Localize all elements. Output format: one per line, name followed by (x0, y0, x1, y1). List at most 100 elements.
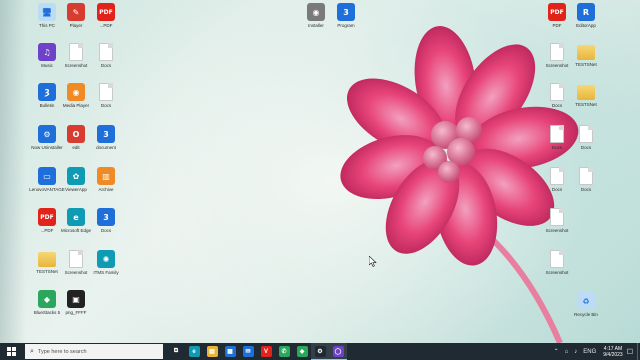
app-icon: Ȝ (38, 83, 56, 101)
settings-icon: ⚙ (314, 345, 326, 357)
office-icon: O (67, 125, 85, 143)
notification-icon[interactable]: ☐ (627, 348, 633, 356)
document-icon (99, 83, 113, 101)
document-icon (99, 43, 113, 61)
start-button[interactable] (0, 343, 22, 360)
desktop-icon-label: EditorApp (576, 23, 596, 28)
system-tray: ⌃ ⌂ ♪ ENG 4:17 AM 9/4/2023 ☐ (551, 343, 640, 360)
bluestacks-icon: ◆ (38, 290, 56, 308)
desktop-icon-label: png_FFFF (65, 310, 87, 315)
desktop-icon-label: Docs (100, 63, 112, 68)
search-icon: ⌕ (30, 347, 34, 355)
desktop-icon-label: Docs (580, 187, 592, 192)
taskbar-app-file-explorer[interactable]: ▤ (203, 343, 221, 360)
folder-icon (38, 252, 56, 267)
taskbar-app-mail[interactable]: ✉ (239, 343, 257, 360)
edge-icon: e (67, 208, 85, 226)
desktop-icon[interactable]: Docs (86, 43, 126, 79)
taskbar-app-edge[interactable]: e (185, 343, 203, 360)
app-icon: 3 (97, 125, 115, 143)
image-icon: ▣ (67, 290, 85, 308)
document-icon (550, 83, 564, 101)
desktop-icon[interactable]: Screenshot (537, 208, 577, 244)
app-icon: R (577, 3, 595, 21)
installer-icon: ◉ (307, 3, 325, 21)
document-icon (579, 125, 593, 143)
this-pc-icon: 🖥 (38, 3, 56, 21)
desktop-icon[interactable]: 3 Program (326, 3, 366, 39)
desktop-icon[interactable]: ▥ Archive (86, 167, 126, 203)
document-icon (550, 250, 564, 268)
folder-icon (577, 45, 595, 60)
app-green-icon: ◆ (296, 346, 308, 357)
chevron-up-icon[interactable]: ⌃ (554, 348, 559, 355)
desktop-icon-label: Archive (98, 187, 114, 192)
desktop-icon[interactable]: Screenshot (537, 250, 577, 286)
pdf-icon: PDF (38, 208, 56, 226)
desktop-icon-label: Docs (580, 145, 592, 150)
taskbar-search-box[interactable]: ⌕ Type here to search (25, 344, 163, 359)
store-icon: ▦ (224, 346, 236, 357)
desktop-icon[interactable]: TESTSNet (566, 43, 606, 79)
taskbar-app-vivaldi[interactable]: V (257, 343, 275, 360)
pdf-icon: PDF (548, 3, 566, 21)
desktop-icon-label: Docs (100, 103, 112, 108)
taskbar-app-whatsapp[interactable]: ✆ (275, 343, 293, 360)
taskbar: ⌕ Type here to search ⧉ e ▤ ▦ ✉ V ✆ ◆ ⚙ ◯ ⌃ ⌂ ♪ E… (0, 343, 640, 360)
uninstaller-icon: ⚙ (38, 125, 56, 143)
taskbar-app-settings[interactable]: ⚙ (311, 343, 329, 360)
recycle-bin-icon: ♻ (577, 292, 595, 310)
app-icon: 3 (97, 208, 115, 226)
desktop[interactable]: 🖥 This PC ♫ Music Ȝ Bulletin ⚙ Now Uninstaller ▭… (0, 0, 640, 343)
app-circle-icon: ◯ (332, 345, 344, 357)
desktop-icon-label: TESTSNet (575, 62, 597, 67)
file-explorer-icon: ▤ (206, 346, 218, 357)
desktop-icon[interactable]: ▣ png_FFFF (56, 290, 96, 326)
desktop-icon-label: TESTSNet (575, 102, 597, 107)
volume-icon[interactable]: ♪ (574, 349, 577, 355)
desktop-icon[interactable]: 3 document (86, 125, 126, 161)
clock-date: 9/4/2023 (603, 351, 623, 358)
desktop-icon-label: Docs (100, 228, 112, 233)
desktop-icon[interactable]: PDF ...PDF (86, 3, 126, 39)
desktop-icon-label: Screenshot (545, 270, 569, 275)
taskbar-app-strip: ⧉ e ▤ ▦ ✉ V ✆ ◆ ⚙ ◯ (167, 343, 347, 360)
clock-time: 4:17 AM (603, 345, 623, 352)
desktop-icon[interactable]: R EditorApp (566, 3, 606, 39)
taskbar-app-store[interactable]: ▦ (221, 343, 239, 360)
document-icon (550, 125, 564, 143)
archive-icon: ▥ (97, 167, 115, 185)
document-icon (550, 208, 564, 226)
desktop-icon[interactable]: Docs (86, 83, 126, 119)
windows-logo-icon (6, 347, 16, 356)
desktop-icon-label: ITMS Family (93, 270, 119, 275)
task-view-icon: ⧉ (170, 346, 182, 357)
app-icon: 3 (337, 3, 355, 21)
taskbar-app-task-view[interactable]: ⧉ (167, 343, 185, 360)
document-icon (69, 250, 83, 268)
pdf-icon: PDF (97, 3, 115, 21)
desktop-icon[interactable]: Docs (566, 167, 606, 203)
desktop-icon[interactable]: 3 Docs (86, 208, 126, 244)
player-icon: ✎ (67, 3, 85, 21)
gear-icon: ✺ (97, 250, 115, 268)
app-icon: ✿ (67, 167, 85, 185)
clock[interactable]: 4:17 AM 9/4/2023 (603, 346, 622, 358)
edge-icon: e (188, 346, 200, 357)
desktop-icon[interactable]: ♻ Recycle Bin (566, 292, 606, 328)
taskbar-app-app-circle[interactable]: ◯ (329, 343, 347, 360)
desktop-icon-label: Recycle Bin (574, 312, 598, 317)
taskbar-app-app-green[interactable]: ◆ (293, 343, 311, 360)
language-indicator[interactable]: ENG (583, 349, 596, 355)
desktop-icon-label: Screenshot (545, 228, 569, 233)
desktop-icon-label: ...PDF (99, 23, 113, 28)
whatsapp-icon: ✆ (278, 346, 290, 357)
vivaldi-icon: V (260, 346, 272, 357)
document-icon (550, 43, 564, 61)
desktop-icon[interactable]: ✺ ITMS Family (86, 250, 126, 286)
desktop-icon[interactable]: TESTSNet (566, 83, 606, 119)
desktop-icon-label: Program (337, 23, 355, 28)
media-icon: ◉ (67, 83, 85, 101)
network-icon[interactable]: ⌂ (565, 349, 569, 355)
desktop-icon[interactable]: Docs (566, 125, 606, 161)
